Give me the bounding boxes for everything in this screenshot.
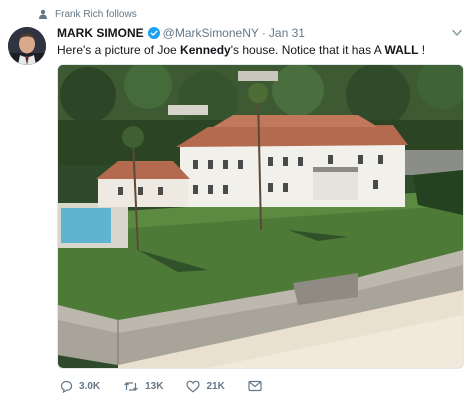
tweet-media[interactable] — [57, 64, 464, 369]
tweet-text-part: Here's a picture of Joe — [57, 43, 181, 57]
avatar-image — [8, 27, 46, 65]
person-icon — [39, 9, 47, 19]
tweet-text: Here's a picture of Joe Kennedy's house.… — [57, 42, 464, 58]
avatar[interactable] — [8, 27, 46, 65]
retweet-count: 13K — [145, 380, 164, 392]
social-context-text: Frank Rich follows — [55, 8, 137, 20]
like-icon — [186, 380, 201, 393]
like-button[interactable]: 21K — [186, 380, 225, 393]
caret-down-icon[interactable] — [452, 29, 462, 37]
reply-icon — [60, 380, 73, 393]
retweet-button[interactable]: 13K — [123, 380, 163, 393]
tweet-actions: 3.0K 13K 21K — [60, 378, 291, 394]
tweet-text-bold: WALL — [384, 43, 419, 57]
house-photo — [58, 65, 463, 368]
tweet-text-part: ! — [418, 43, 426, 57]
social-context: Frank Rich follows — [38, 7, 137, 21]
message-icon — [248, 380, 262, 392]
tweet-text-bold: Kennedy — [180, 43, 231, 57]
retweet-icon — [124, 381, 139, 391]
reply-count: 3.0K — [79, 380, 101, 392]
tweet-text-part: 's house. Notice that it has A — [230, 43, 385, 57]
separator-dot: · — [261, 26, 266, 40]
tweet-timestamp[interactable]: Jan 31 — [269, 26, 305, 40]
reply-button[interactable]: 3.0K — [60, 380, 100, 393]
message-button[interactable] — [248, 380, 268, 392]
author-handle[interactable]: @MarkSimoneNY — [163, 26, 259, 40]
verified-icon — [147, 27, 160, 39]
tweet-header: MARK SIMONE @MarkSimoneNY · Jan 31 — [57, 25, 450, 41]
like-count: 21K — [206, 380, 225, 392]
author-name[interactable]: MARK SIMONE — [57, 26, 144, 40]
